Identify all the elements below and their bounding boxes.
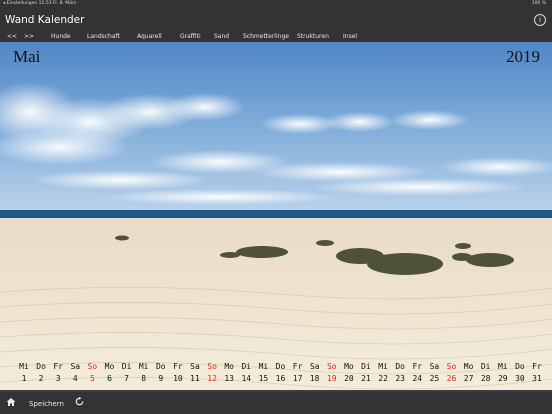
battery-status: 100 % xyxy=(531,1,546,6)
save-button[interactable]: Speichern xyxy=(29,400,64,408)
tab-aquarell[interactable]: Aquarell xyxy=(137,33,162,40)
tab-sand[interactable]: Sand xyxy=(214,33,229,40)
status-bar: ◂ Einstellungen 11:53 Fr. 8. März 100 % xyxy=(0,0,552,8)
calendar-photo xyxy=(0,42,552,390)
tab-strukturen[interactable]: Strukturen xyxy=(297,33,329,40)
tab-hunde[interactable]: Hunde xyxy=(51,33,71,40)
calendar-day: Fr 31 xyxy=(526,362,548,384)
tab-insel[interactable]: Insel xyxy=(343,33,357,40)
calendar-days-strip: Mi 1 Do 2 Fr 3 Sa 4 So 5 Mo 6 Di 7 Mi 8 Do 9 Fr 10 Sa 11 So 12 M… xyxy=(0,362,552,388)
prev-button[interactable]: << xyxy=(7,33,17,40)
day-number: 31 xyxy=(532,374,542,383)
status-left: ◂ Einstellungen 11:53 Fr. 8. März xyxy=(3,1,77,6)
calendar-month: Mai xyxy=(13,47,41,66)
tab-schmetterlinge[interactable]: Schmetterlinge xyxy=(243,33,289,40)
home-icon[interactable] xyxy=(6,397,16,407)
weekday-label: Fr xyxy=(532,362,542,371)
info-icon[interactable]: i xyxy=(534,14,546,26)
bottom-toolbar: Speichern xyxy=(0,392,552,414)
calendar-year: 2019 xyxy=(506,47,540,66)
next-button[interactable]: >> xyxy=(24,33,34,40)
theme-tab-bar: << >> Hunde Landschaft Aquarell Graffiti… xyxy=(0,33,552,42)
app-title: Wand Kalender xyxy=(5,14,85,26)
tab-landschaft[interactable]: Landschaft xyxy=(87,33,120,40)
refresh-icon[interactable] xyxy=(74,396,85,407)
navigation-bar: Wand Kalender i << >> Hunde Landschaft A… xyxy=(0,8,552,42)
tab-graffiti[interactable]: Graffiti xyxy=(180,33,201,40)
